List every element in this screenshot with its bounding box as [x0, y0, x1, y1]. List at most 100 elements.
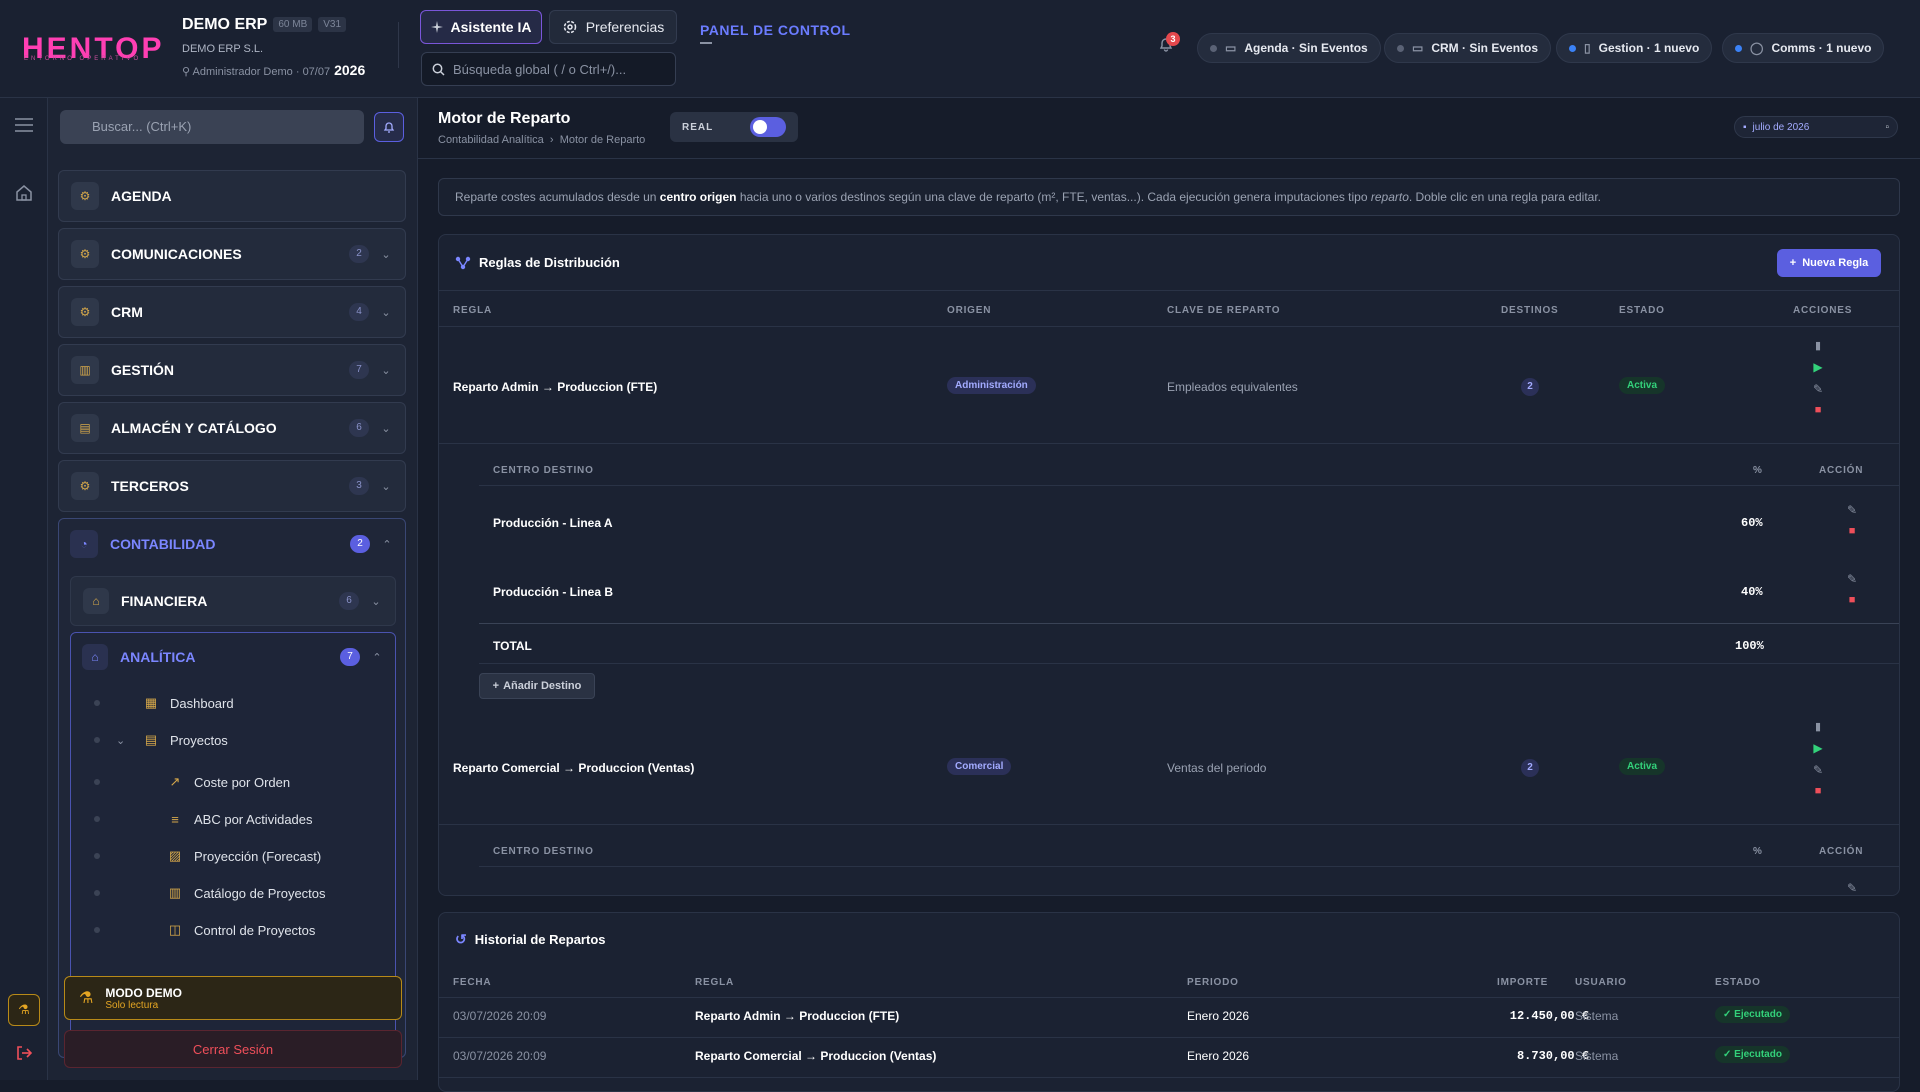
logout-button[interactable]: Cerrar Sesión — [64, 1030, 402, 1068]
ai-assistant-button[interactable]: Asistente IA — [420, 10, 542, 44]
tree-item-control-proyectos[interactable]: ◫ Control de Proyectos — [94, 921, 315, 939]
preferences-button[interactable]: Preferencias — [549, 10, 677, 44]
panel-title[interactable]: PANEL DE CONTROL — [700, 22, 851, 38]
agenda-status-pill[interactable]: ▭ Agenda · Sin Eventos — [1197, 33, 1381, 63]
demo-mode-rail-button[interactable]: ⚗ — [8, 994, 40, 1026]
status-badge: Activa — [1619, 758, 1666, 775]
share-icon — [455, 256, 471, 269]
logout-icon[interactable] — [15, 1044, 33, 1062]
play-icon[interactable]: ▶ — [1813, 360, 1822, 374]
new-rule-button[interactable]: + Nueva Regla — [1777, 249, 1881, 277]
col-fecha[interactable]: FECHA — [453, 977, 491, 988]
history-amount: 12.450,00 € — [1509, 1009, 1589, 1023]
rule-name[interactable]: Reparto Comercial → Produccion (Ventas) — [453, 761, 694, 775]
divider — [479, 866, 1899, 867]
bell-icon — [383, 122, 395, 133]
divider — [439, 997, 1899, 998]
company-legal-name: DEMO ERP S.L. — [182, 43, 264, 55]
sidebar-item-agenda[interactable]: ⚙ AGENDA — [58, 170, 406, 222]
chevron-down-icon: ⌄ — [381, 248, 391, 261]
delete-icon[interactable]: ■ — [1849, 525, 1856, 537]
warehouse-icon: ▤ — [71, 414, 99, 442]
delete-icon[interactable]: ■ — [1815, 404, 1822, 416]
sidebar-item-gestion[interactable]: ▥ GESTIÓN 7 ⌄ — [58, 344, 406, 396]
col-usuario[interactable]: USUARIO — [1575, 977, 1627, 988]
col-importe[interactable]: IMPORTE — [1497, 977, 1548, 988]
calendar-icon: ▫ — [1885, 121, 1889, 133]
col-estado[interactable]: ESTADO — [1619, 305, 1665, 316]
sidebar: Buscar... (Ctrl+K) ⚙ AGENDA ⚙ COMUNICACION… — [48, 98, 418, 1080]
real-mode-toggle[interactable]: REAL — [670, 112, 798, 142]
delete-icon[interactable]: ■ — [1815, 785, 1822, 797]
toggle-switch[interactable] — [750, 117, 786, 137]
col-destinos[interactable]: DESTINOS — [1501, 305, 1559, 316]
trash-can-icon[interactable]: ▮ — [1815, 339, 1821, 352]
count-badge: 3 — [349, 477, 369, 495]
folder-icon: ▤ — [144, 732, 158, 747]
tree-bullet — [94, 927, 100, 933]
divider — [439, 1077, 1899, 1078]
sidebar-item-almacen[interactable]: ▤ ALMACÉN Y CATÁLOGO 6 ⌄ — [58, 402, 406, 454]
distribution-key: Ventas del periodo — [1167, 761, 1267, 775]
sidebar-item-contabilidad[interactable]: ◔ CONTABILIDAD 2 ⌃ — [58, 518, 406, 570]
contacts-icon: ⚙ — [71, 472, 99, 500]
history-card-header: ↺ Historial de Repartos — [455, 930, 606, 947]
count-badge: 7 — [349, 361, 369, 379]
calendar-icon: ▪ — [1743, 121, 1747, 133]
tree-item-abc-actividades[interactable]: ≡ ABC por Actividades — [94, 810, 313, 828]
sidebar-search-input[interactable]: Buscar... (Ctrl+K) — [60, 110, 364, 144]
divider — [439, 824, 1899, 825]
delete-icon[interactable]: ■ — [1849, 594, 1856, 606]
chevron-down-icon: ⌄ — [381, 480, 391, 493]
tree-item-proyectos[interactable]: ⌄ ▤ Proyectos — [94, 731, 228, 749]
trash-can-icon[interactable]: ▮ — [1815, 720, 1821, 733]
sidebar-item-financiera[interactable]: ⌂ FINANCIERA 6 ⌄ — [70, 576, 396, 626]
tree-item-coste-por-orden[interactable]: ↗ Coste por Orden — [94, 773, 290, 791]
history-rule: Reparto Admin → Produccion (FTE) — [695, 1009, 900, 1023]
chevron-down-icon: ⌄ — [381, 422, 391, 435]
edit-icon[interactable]: ✎ — [1813, 763, 1823, 777]
demo-mode-banner: ⚗ MODO DEMO Solo lectura — [64, 976, 402, 1020]
col-regla[interactable]: REGLA — [453, 305, 492, 316]
divider — [479, 663, 1899, 664]
edit-icon[interactable]: ✎ — [1847, 503, 1857, 517]
history-date: 03/07/2026 20:09 — [453, 1049, 547, 1063]
play-icon[interactable]: ▶ — [1813, 741, 1822, 755]
menu-icon[interactable] — [15, 118, 33, 132]
tree-item-dashboard[interactable]: ▦ Dashboard — [94, 694, 234, 712]
sidebar-item-analitica[interactable]: ⌂ ANALÍTICA 7 ⌃ — [70, 632, 396, 682]
tree-bullet — [94, 853, 100, 859]
comms-status-pill[interactable]: ◯ Comms · 1 nuevo — [1722, 33, 1885, 63]
tree-bullet — [94, 700, 100, 706]
col-regla[interactable]: REGLA — [695, 977, 734, 988]
global-search-input[interactable]: Búsqueda global ( / o Ctrl+/)... — [421, 52, 676, 86]
sidebar-bell-button[interactable] — [374, 112, 404, 142]
edit-icon[interactable]: ✎ — [1847, 572, 1857, 586]
chevron-down-icon: ⌄ — [381, 306, 391, 319]
edit-icon[interactable]: ✎ — [1813, 382, 1823, 396]
chevron-up-icon: ⌃ — [372, 651, 382, 664]
destinations-count: 2 — [1521, 378, 1539, 396]
gestion-status-pill[interactable]: ▯ Gestion · 1 nuevo — [1556, 33, 1713, 63]
chart-icon: ◔ — [70, 530, 98, 558]
home-icon[interactable] — [15, 184, 33, 202]
destinations-count: 2 — [1521, 759, 1539, 777]
chevron-down-icon: ⌄ — [116, 734, 126, 747]
col-origen[interactable]: ORIGEN — [947, 305, 991, 316]
divider — [479, 623, 1899, 624]
col-periodo[interactable]: PERIODO — [1187, 977, 1239, 988]
crm-status-pill[interactable]: ▭ CRM · Sin Eventos — [1384, 33, 1552, 63]
rule-name[interactable]: Reparto Admin → Produccion (FTE) — [453, 380, 657, 394]
chevron-up-icon: ⌃ — [382, 538, 392, 551]
col-clave[interactable]: CLAVE DE REPARTO — [1167, 305, 1280, 316]
sidebar-item-crm[interactable]: ⚙ CRM 4 ⌄ — [58, 286, 406, 338]
edit-icon[interactable]: ✎ — [1847, 881, 1857, 895]
sidebar-item-terceros[interactable]: ⚙ TERCEROS 3 ⌄ — [58, 460, 406, 512]
sidebar-item-comunicaciones[interactable]: ⚙ COMUNICACIONES 2 ⌄ — [58, 228, 406, 280]
add-destination-button[interactable]: + Añadir Destino — [479, 673, 595, 699]
destination-percent: 40% — [1741, 585, 1763, 599]
tree-item-proyeccion[interactable]: ▨ Proyección (Forecast) — [94, 847, 321, 865]
col-estado[interactable]: ESTADO — [1715, 977, 1761, 988]
period-date-picker[interactable]: ▪ julio de 2026 ▫ — [1734, 116, 1898, 138]
tree-item-catalogo-proyectos[interactable]: ▥ Catálogo de Proyectos — [94, 884, 326, 902]
